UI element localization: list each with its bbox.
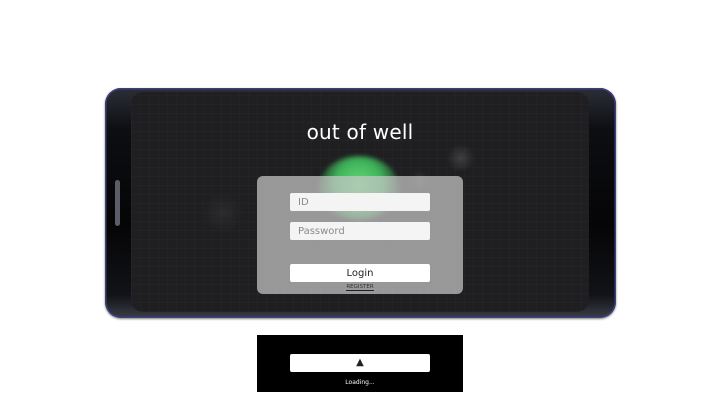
password-input[interactable] <box>290 222 430 240</box>
app-screen: out of well Login REGISTER <box>131 92 589 312</box>
stage: out of well Login REGISTER ▲ Loading... <box>0 0 720 405</box>
phone-frame: out of well Login REGISTER <box>105 88 616 318</box>
register-link-container: REGISTER <box>257 284 463 291</box>
phone-side-button <box>115 180 120 226</box>
id-input[interactable] <box>290 193 430 211</box>
loading-panel: ▲ Loading... <box>257 335 463 392</box>
login-panel: Login REGISTER <box>257 176 463 294</box>
app-title: out of well <box>306 120 414 144</box>
register-link[interactable]: REGISTER <box>346 284 374 291</box>
up-triangle-icon: ▲ <box>356 357 364 368</box>
loading-bar: ▲ <box>290 354 430 372</box>
loading-text: Loading... <box>345 379 375 386</box>
login-button[interactable]: Login <box>290 264 430 282</box>
